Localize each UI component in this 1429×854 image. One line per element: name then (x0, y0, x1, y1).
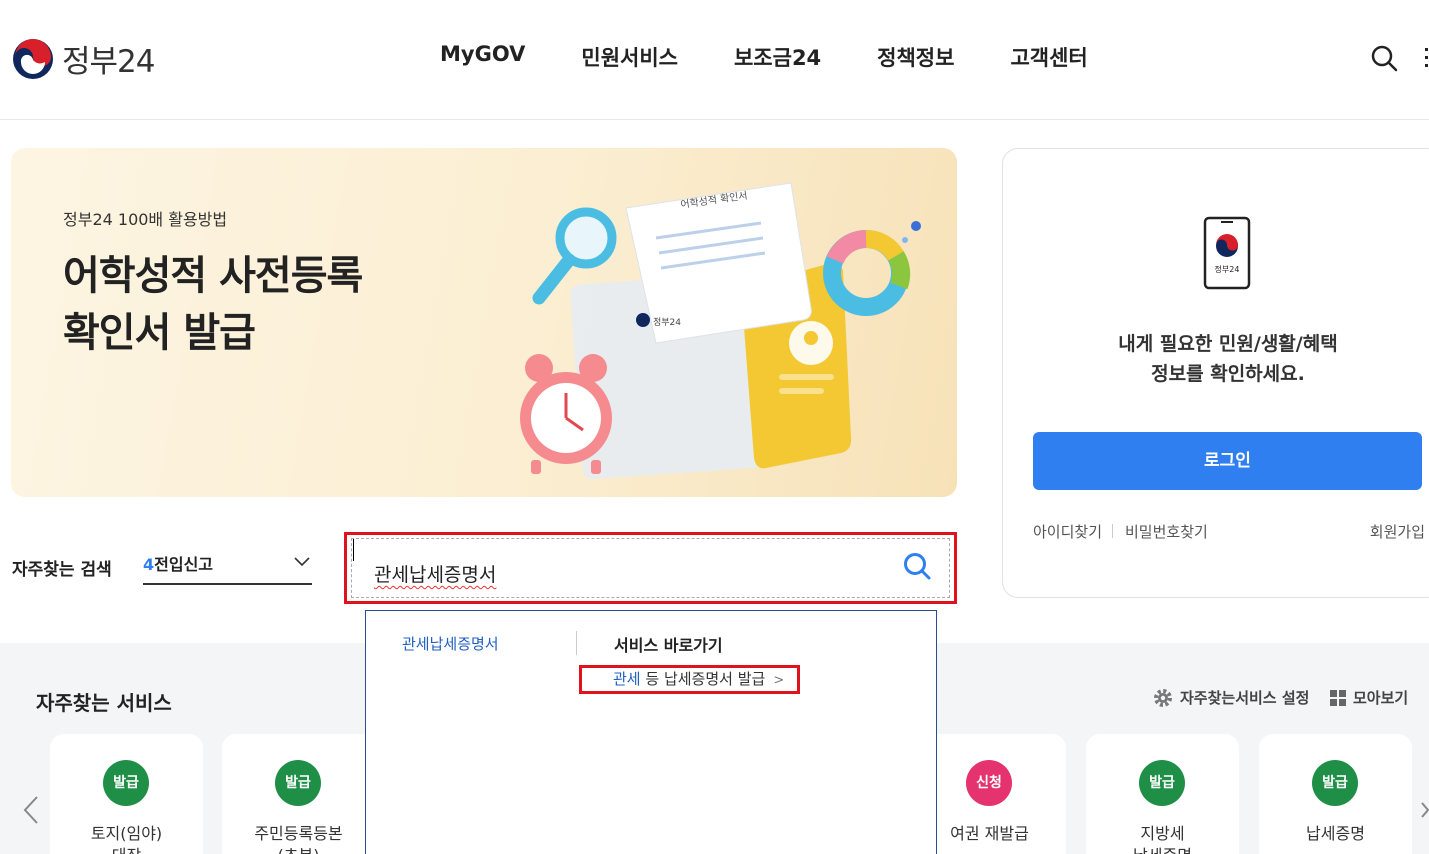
logo-text: 정부24 (62, 44, 155, 80)
service-card-label-line2: 납세증명 (1086, 845, 1239, 854)
find-password-link[interactable]: 비밀번호찾기 (1125, 521, 1208, 542)
chevron-down-icon (294, 557, 310, 567)
service-card-label-line1: 주민등록등본 (254, 824, 343, 843)
nav-policy-info[interactable]: 정책정보 (877, 42, 954, 72)
services-settings-button[interactable]: 자주찾는서비스 설정 (1153, 687, 1309, 708)
shortcut-highlight-text: 관세 (613, 670, 641, 688)
search-query-text: 관세납세증명서 (374, 564, 497, 586)
gear-icon (1154, 688, 1172, 707)
autocomplete-divider (576, 631, 577, 655)
banner-illustration: 어학성적 확인서 정부24 (520, 182, 921, 480)
search-box: 관세납세증명서 (344, 532, 957, 604)
service-card-local-tax[interactable]: 발급 지방세 납세증명 (1086, 734, 1239, 854)
services-title: 자주찾는 서비스 (36, 691, 172, 715)
nav-civil-services[interactable]: 민원서비스 (581, 42, 678, 72)
main-banner[interactable]: 정부24 100배 활용방법 어학성적 사전등록 확인서 발급 어학성적 확인서… (11, 148, 957, 497)
service-badge: 발급 (275, 760, 321, 806)
banner-title-line2: 확인서 발급 (63, 310, 256, 356)
service-card-resident-registration[interactable]: 발급 주민등록등본 (초본) (222, 734, 375, 854)
site-logo[interactable]: 정부24 (12, 36, 155, 81)
service-card-label-line1: 지방세 (1140, 824, 1185, 843)
login-message: 내게 필요한 민원/생활/혜택 정보를 확인하세요. (1003, 329, 1429, 389)
mobile-phone-icon: 정부24 (1203, 216, 1251, 290)
banner-title-line1: 어학성적 사전등록 (63, 253, 363, 299)
services-view-all-label: 모아보기 (1353, 689, 1409, 707)
login-message-line1: 내게 필요한 민원/생활/혜택 (1118, 333, 1338, 355)
frequent-search-label: 자주찾는 검색 (12, 560, 112, 580)
autocomplete-section-title: 서비스 바로가기 (614, 636, 723, 655)
signup-link[interactable]: 회원가입 (1370, 521, 1425, 542)
banner-subtitle: 정부24 100배 활용방법 (63, 210, 228, 229)
login-card: 정부24 내게 필요한 민원/생활/혜택 정보를 확인하세요. 로그인 아이디찾… (1002, 148, 1429, 598)
service-card-label-line1: 납세증명 (1306, 824, 1365, 843)
main-nav: MyGOV 민원서비스 보조금24 정책정보 고객센터 (440, 42, 1144, 72)
search-icon[interactable] (1370, 44, 1398, 72)
site-header: 정부24 MyGOV 민원서비스 보조금24 정책정보 고객센터 (0, 0, 1429, 120)
service-card-label-line2: (초본) (222, 845, 375, 854)
frequent-search-rank: 4 (143, 555, 155, 574)
service-badge: 발급 (1139, 760, 1185, 806)
service-shortcut-link[interactable]: 관세 등 납세증명서 발급 > (579, 665, 800, 694)
doc-brand-text: 정부24 (653, 317, 681, 328)
frequent-search-select[interactable]: 4전입신고 (143, 551, 312, 585)
nav-subsidy[interactable]: 보조금24 (734, 42, 821, 72)
find-id-link[interactable]: 아이디찾기 (1033, 521, 1102, 542)
banner-title: 어학성적 사전등록 확인서 발급 (63, 248, 363, 362)
link-divider (1112, 524, 1113, 538)
service-badge: 발급 (1312, 760, 1358, 806)
menu-icon[interactable] (1422, 46, 1429, 70)
service-badge: 신청 (966, 760, 1012, 806)
search-input[interactable]: 관세납세증명서 (351, 538, 950, 598)
shortcut-rest-text: 등 납세증명서 발급 (640, 670, 766, 688)
frequent-search-term: 전입신고 (154, 555, 214, 574)
service-card-label: 토지(임야) 대장 (50, 823, 203, 854)
service-badge: 발급 (103, 760, 149, 806)
login-message-line2: 정보를 확인하세요. (1151, 363, 1305, 385)
service-card-label: 납세증명 (1259, 823, 1412, 845)
services-settings-label: 자주찾는서비스 설정 (1180, 689, 1310, 707)
carousel-next-icon[interactable] (1420, 795, 1429, 825)
text-caret (353, 539, 354, 561)
carousel-prev-icon[interactable] (20, 795, 42, 825)
service-card-label: 주민등록등본 (초본) (222, 823, 375, 854)
search-button-icon[interactable] (902, 551, 932, 581)
grid-icon (1330, 689, 1346, 706)
search-autocomplete-dropdown: 관세납세증명서 서비스 바로가기 관세 등 납세증명서 발급 > (365, 610, 937, 854)
service-card-label: 지방세 납세증명 (1086, 823, 1239, 854)
service-card-label-line2: 대장 (50, 845, 203, 854)
login-button[interactable]: 로그인 (1033, 432, 1422, 490)
service-card-label-line1: 토지(임야) (90, 824, 163, 843)
services-view-all-button[interactable]: 모아보기 (1330, 687, 1408, 708)
chevron-right-icon: > (773, 673, 785, 688)
service-card-land[interactable]: 발급 토지(임야) 대장 (50, 734, 203, 854)
phone-brand-text: 정부24 (1215, 264, 1240, 274)
taeguk-logo-icon (13, 38, 53, 79)
nav-mygov[interactable]: MyGOV (440, 42, 525, 72)
service-card-tax-certificate[interactable]: 발급 납세증명 (1259, 734, 1412, 854)
nav-customer-center[interactable]: 고객센터 (1010, 42, 1087, 72)
autocomplete-keyword[interactable]: 관세납세증명서 (402, 633, 499, 654)
